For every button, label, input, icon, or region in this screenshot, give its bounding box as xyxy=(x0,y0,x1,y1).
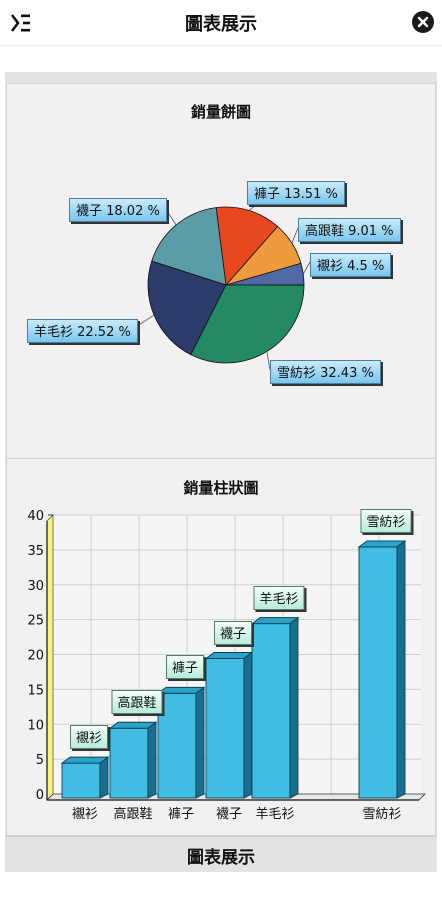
x-tick-label: 襯衫 xyxy=(71,807,99,822)
bar-value-label: 襯衫 xyxy=(69,725,109,750)
y-tick-label: 0 xyxy=(36,788,44,803)
app-header: 圖表展示 xyxy=(0,0,442,46)
x-tick-label: 褲子 xyxy=(167,807,195,822)
x-tick-label: 高跟鞋 xyxy=(113,807,153,822)
pie-slice-label: 襪子 18.02 % xyxy=(69,198,167,222)
bar[interactable] xyxy=(204,651,254,799)
bar-chart-panel: 銷量柱狀圖 0 5 10 15 20 25 30 35 40 襯衫 襯衫 高跟鞋 高跟鞋 褲子 褲子 襪子襪… xyxy=(6,458,436,836)
y-tick-label: 10 xyxy=(27,718,44,733)
y-tick-label: 35 xyxy=(27,544,44,559)
footer-bar: 圖表展示 xyxy=(5,836,437,872)
y-tick-label: 15 xyxy=(27,683,44,698)
bar-value-label: 雪紡衫 xyxy=(360,508,412,533)
y-tick-label: 40 xyxy=(27,509,44,524)
close-button[interactable] xyxy=(412,11,434,33)
page-title: 圖表展示 xyxy=(185,14,257,35)
y-tick-label: 20 xyxy=(27,649,44,664)
bar[interactable] xyxy=(60,756,110,799)
bar-value-label: 褲子 xyxy=(165,655,205,680)
x-tick-label: 羊毛衫 xyxy=(255,807,295,822)
pie-chart-panel: 銷量餅圖 襯衫 4.5 % 高跟鞋 9.01 % 褲子 13.51 % 襪子 18.0… xyxy=(6,83,436,459)
bar[interactable] xyxy=(357,540,407,799)
y-axis-wall xyxy=(46,514,54,801)
bar[interactable] xyxy=(156,686,206,799)
x-tick-label: 襪子 xyxy=(215,807,243,822)
pie-slice-label: 褲子 13.51 % xyxy=(247,181,345,205)
bar[interactable] xyxy=(250,616,300,799)
y-tick-label: 5 xyxy=(36,753,44,768)
pie-slice-label: 雪紡衫 32.43 % xyxy=(270,360,381,384)
footer-title: 圖表展示 xyxy=(187,848,255,868)
pie-slice-label: 襯衫 4.5 % xyxy=(310,253,392,277)
close-icon xyxy=(417,16,429,28)
y-tick-label: 30 xyxy=(27,579,44,594)
menu-icon[interactable] xyxy=(10,12,32,34)
chart-container: 銷量餅圖 襯衫 4.5 % 高跟鞋 9.01 % 褲子 13.51 % 襪子 18.0… xyxy=(5,72,437,872)
x-tick-label: 雪紡衫 xyxy=(362,807,402,822)
pie-label-leader xyxy=(302,261,311,275)
pie-slice-label: 高跟鞋 9.01 % xyxy=(298,218,401,242)
bar-value-label: 羊毛衫 xyxy=(253,585,305,610)
bar-value-label: 高跟鞋 xyxy=(111,690,163,715)
pie-slice-label: 羊毛衫 22.52 % xyxy=(27,319,138,343)
y-tick-label: 25 xyxy=(27,614,44,629)
bar[interactable] xyxy=(108,721,158,799)
bar-value-label: 襪子 xyxy=(213,620,253,645)
